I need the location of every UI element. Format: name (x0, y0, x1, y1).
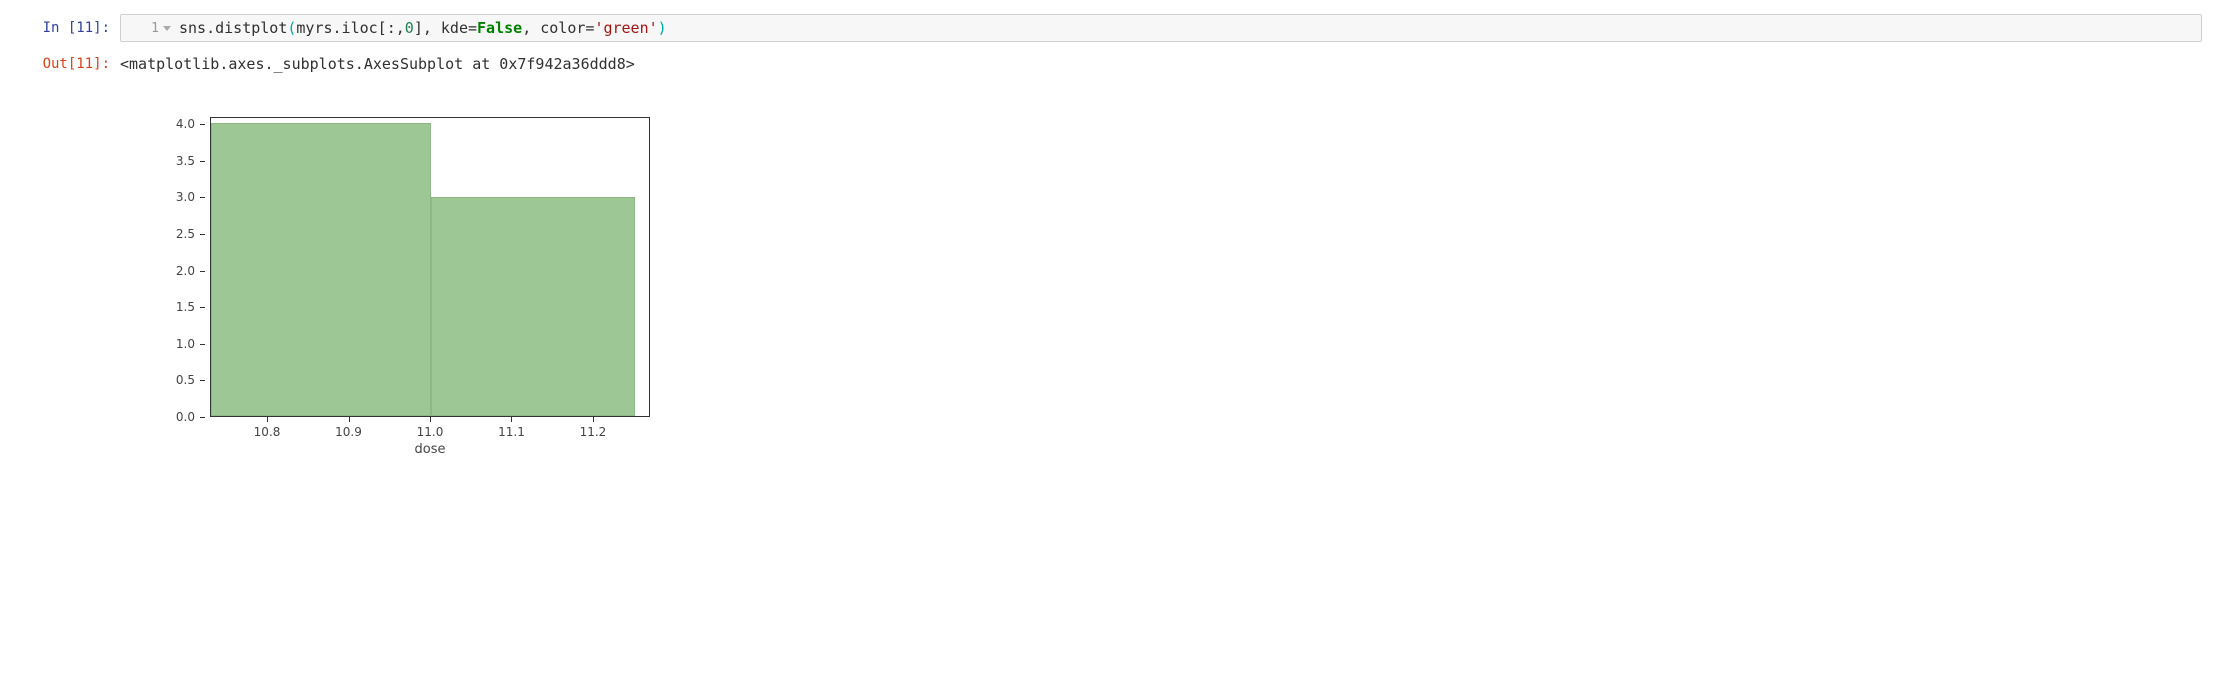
y-tick-label: 0.5 (150, 373, 195, 387)
x-axis-label: dose (210, 442, 650, 457)
input-cell: In [11]: 1 sns.distplot(myrs.iloc[:,0], … (0, 10, 2222, 46)
x-tick-label: 10.9 (335, 425, 362, 439)
x-tick-label: 11.1 (498, 425, 525, 439)
y-tick (200, 307, 205, 308)
y-tick-label: 4.0 (150, 117, 195, 131)
y-tick-label: 3.0 (150, 190, 195, 204)
x-tick (267, 417, 268, 422)
output-area: <matplotlib.axes._subplots.AxesSubplot a… (120, 50, 2202, 79)
y-tick (200, 197, 205, 198)
code-line[interactable]: sns.distplot(myrs.iloc[:,0], kde=False, … (179, 19, 667, 37)
x-tick (430, 417, 431, 422)
y-tick-label: 1.5 (150, 300, 195, 314)
y-tick (200, 417, 205, 418)
y-tick-label: 2.0 (150, 264, 195, 278)
tok: , color= (522, 19, 594, 37)
output-figure-cell: dose 0.0 0.5 1.0 1.5 2.0 2.5 3.0 3.5 4.0 10.8 10.9… (0, 83, 2222, 461)
tok-paren: ) (658, 19, 667, 37)
x-tick-label: 10.8 (254, 425, 281, 439)
y-tick-label: 1.0 (150, 337, 195, 351)
y-tick-label: 0.0 (150, 410, 195, 424)
output-text: <matplotlib.axes._subplots.AxesSubplot a… (120, 55, 635, 73)
tok: sns.distplot (179, 19, 287, 37)
x-tick-label: 11.0 (417, 425, 444, 439)
output-prompt: Out[11]: (20, 50, 120, 78)
y-tick (200, 124, 205, 125)
tok-num: 0 (405, 19, 414, 37)
x-tick (593, 417, 594, 422)
hist-bar (211, 123, 431, 416)
y-tick (200, 161, 205, 162)
tok-str: 'green' (594, 19, 657, 37)
tok: ], kde= (414, 19, 477, 37)
y-tick (200, 271, 205, 272)
y-tick-label: 3.5 (150, 154, 195, 168)
tok: myrs.iloc[:, (296, 19, 404, 37)
chart-container: dose 0.0 0.5 1.0 1.5 2.0 2.5 3.0 3.5 4.0 10.8 10.9… (120, 87, 670, 457)
input-prompt: In [11]: (20, 14, 120, 42)
x-tick-label: 11.2 (580, 425, 607, 439)
line-number: 1 (145, 21, 159, 36)
output-cell: Out[11]: <matplotlib.axes._subplots.Axes… (0, 46, 2222, 83)
plot-area (210, 117, 650, 417)
x-tick (511, 417, 512, 422)
tok-kw: False (477, 19, 522, 37)
code-input-area[interactable]: 1 sns.distplot(myrs.iloc[:,0], kde=False… (120, 14, 2202, 42)
line-gutter[interactable]: 1 (129, 21, 179, 36)
y-tick (200, 380, 205, 381)
y-tick-label: 2.5 (150, 227, 195, 241)
distplot-chart: dose 0.0 0.5 1.0 1.5 2.0 2.5 3.0 3.5 4.0 10.8 10.9… (150, 107, 670, 457)
y-tick (200, 344, 205, 345)
y-tick (200, 234, 205, 235)
hist-bar (431, 197, 635, 417)
fold-triangle-icon[interactable] (163, 26, 171, 31)
x-tick (349, 417, 350, 422)
